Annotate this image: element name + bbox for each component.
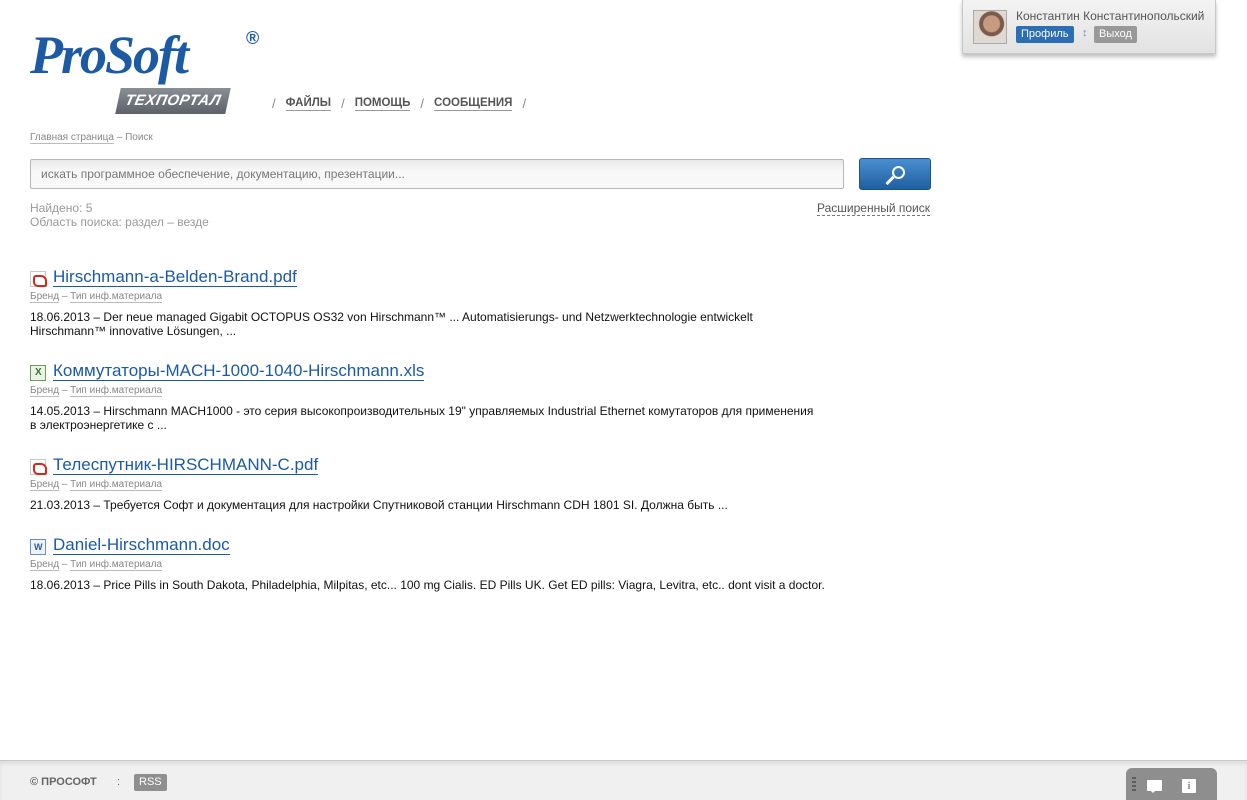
result-title-row: Коммутаторы-MACH-1000-1040-Hirschmann.xl…: [30, 360, 830, 382]
search-input[interactable]: [30, 159, 844, 189]
user-panel: Константин Константинопольский Профиль ↕…: [962, 0, 1216, 54]
results-count: Найдено: 5: [30, 201, 93, 215]
category-brand-link[interactable]: Бренд: [30, 479, 60, 491]
category-type-link[interactable]: Тип инф.материала: [70, 479, 163, 491]
result-description: 18.06.2013 – Price Pills in South Dakota…: [30, 578, 825, 592]
nav-separator: /: [272, 96, 276, 111]
breadcrumb-home-link[interactable]: Главная страница: [30, 132, 114, 144]
category-separator: –: [59, 385, 71, 396]
drag-handle-icon[interactable]: [1132, 777, 1136, 793]
nav-separator: /: [420, 96, 425, 111]
pdf-file-icon: [30, 458, 47, 475]
result-title-row: Телеспутник-HIRSCHMANN-C.pdf: [30, 454, 830, 476]
user-name: Константин Константинопольский: [1016, 9, 1205, 23]
category-type-link[interactable]: Тип инф.материала: [70, 291, 163, 303]
search-button[interactable]: [859, 158, 931, 190]
search-meta: Найдено: 5 Область поиска: раздел – везд…: [30, 201, 209, 229]
category-brand-link[interactable]: Бренд: [30, 385, 60, 397]
logout-button[interactable]: Выход: [1094, 26, 1137, 43]
category-separator: –: [59, 291, 71, 302]
user-divider-icon: ↕: [1082, 27, 1088, 39]
result-categories: Бренд – Тип инф.материала: [30, 479, 830, 491]
chat-icon[interactable]: [1147, 780, 1162, 793]
list-item: Hirschmann-a-Belden-Brand.pdf Бренд – Ти…: [30, 266, 830, 360]
result-categories: Бренд – Тип инф.материала: [30, 385, 830, 397]
result-description: 18.06.2013 – Der neue managed Gigabit OC…: [30, 310, 753, 338]
footer-toolbar: i: [1126, 768, 1217, 800]
result-description: 14.05.2013 – Hirschmann MACH1000 - это с…: [30, 404, 814, 432]
result-title-link[interactable]: Коммутаторы-MACH-1000-1040-Hirschmann.xl…: [53, 361, 425, 381]
result-title-row: Hirschmann-a-Belden-Brand.pdf: [30, 266, 830, 288]
breadcrumb: Главная страница – Поиск: [30, 132, 153, 144]
logo-subtitle: ТЕХПОРТАЛ: [115, 88, 231, 114]
main-nav: / ФАЙЛЫ / ПОМОЩЬ / СООБЩЕНИЯ /: [262, 96, 536, 111]
list-item: Коммутаторы-MACH-1000-1040-Hirschmann.xl…: [30, 360, 830, 454]
list-item: Daniel-Hirschmann.doc Бренд – Тип инф.ма…: [30, 534, 830, 614]
profile-button[interactable]: Профиль: [1016, 26, 1074, 43]
category-brand-link[interactable]: Бренд: [30, 291, 60, 303]
copyright: © ПРОСОФТ: [30, 776, 97, 788]
doc-file-icon: [30, 538, 46, 555]
search-scope: Область поиска: раздел – везде: [30, 215, 209, 229]
search-icon-handle: [885, 175, 895, 186]
rss-button[interactable]: RSS: [134, 774, 167, 791]
xls-file-icon: [30, 364, 46, 381]
result-categories: Бренд – Тип инф.материала: [30, 559, 830, 571]
results-list: Hirschmann-a-Belden-Brand.pdf Бренд – Ти…: [30, 266, 830, 614]
category-type-link[interactable]: Тип инф.материала: [70, 559, 163, 571]
avatar[interactable]: [973, 10, 1007, 44]
result-description: 21.03.2013 – Требуется Софт и документац…: [30, 498, 728, 512]
category-separator: –: [59, 559, 71, 570]
breadcrumb-current: Поиск: [125, 132, 153, 143]
result-title-row: Daniel-Hirschmann.doc: [30, 534, 830, 556]
nav-help-link[interactable]: ПОМОЩЬ: [354, 96, 411, 111]
list-item: Телеспутник-HIRSCHMANN-C.pdf Бренд – Тип…: [30, 454, 830, 534]
footer-divider: :: [117, 776, 121, 788]
advanced-search-link[interactable]: Расширенный поиск: [817, 201, 930, 216]
nav-separator: /: [341, 96, 345, 111]
nav-files-link[interactable]: ФАЙЛЫ: [285, 96, 332, 111]
logo-wordmark: ProSoft: [30, 25, 189, 85]
nav-separator: /: [522, 96, 527, 111]
result-title-link[interactable]: Телеспутник-HIRSCHMANN-C.pdf: [53, 455, 319, 475]
info-icon[interactable]: i: [1182, 779, 1196, 793]
category-separator: –: [59, 479, 71, 490]
breadcrumb-separator: –: [113, 132, 126, 143]
category-brand-link[interactable]: Бренд: [30, 559, 60, 571]
result-title-link[interactable]: Hirschmann-a-Belden-Brand.pdf: [53, 267, 297, 287]
category-type-link[interactable]: Тип инф.материала: [70, 385, 163, 397]
result-categories: Бренд – Тип инф.материала: [30, 291, 830, 303]
result-title-link[interactable]: Daniel-Hirschmann.doc: [53, 535, 230, 555]
prosoft-logo[interactable]: ProSoft ® ТЕХПОРТАЛ: [30, 28, 270, 118]
pdf-file-icon: [30, 270, 47, 287]
footer: © ПРОСОФТ : RSS i: [0, 760, 1247, 800]
nav-messages-link[interactable]: СООБЩЕНИЯ: [434, 96, 513, 111]
logo-registered-mark: ®: [246, 28, 260, 48]
